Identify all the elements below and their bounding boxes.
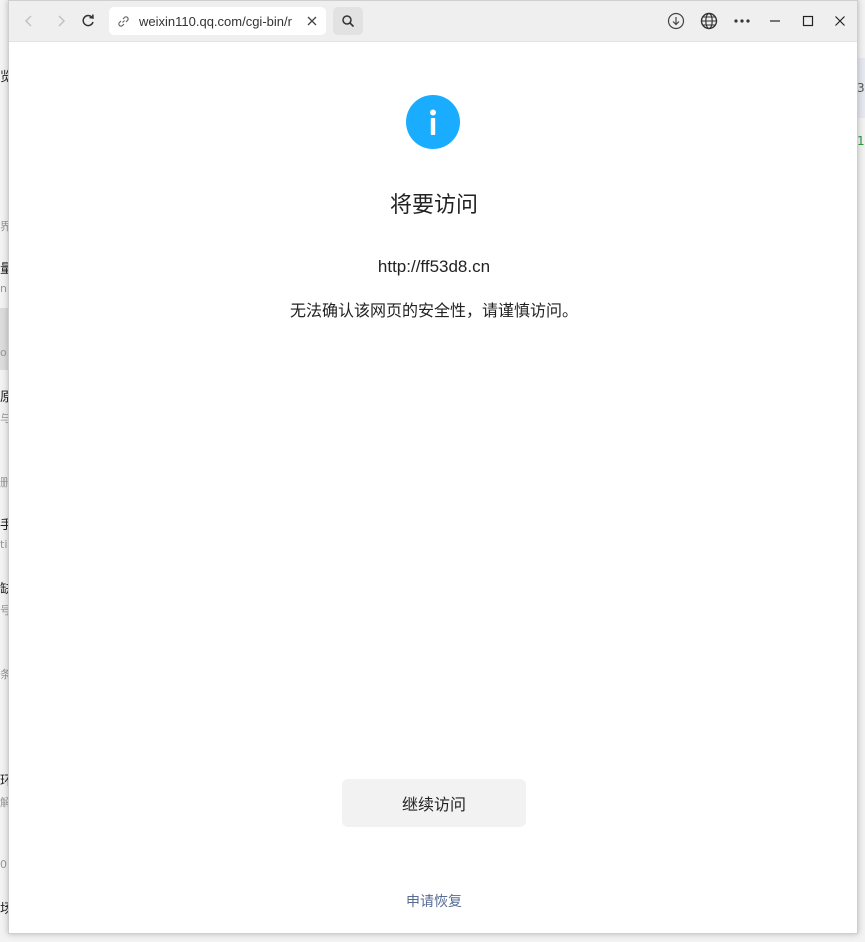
back-icon [24,15,32,27]
download-icon [667,12,685,30]
background-highlight [0,308,8,370]
background-text: 1 [857,134,865,148]
window-close-button[interactable] [827,8,853,34]
refresh-button[interactable] [75,8,101,34]
translate-button[interactable] [696,8,722,34]
minimize-icon [770,20,780,22]
search-button[interactable] [333,7,363,35]
apply-restore-link[interactable]: 申请恢复 [9,891,857,911]
more-icon [734,19,750,23]
background-text: 3 [857,81,865,95]
forward-button[interactable] [48,8,74,34]
minimize-button[interactable] [762,8,788,34]
download-button[interactable] [663,8,689,34]
security-warning: 无法确认该网页的安全性，请谨慎访问。 [289,301,578,320]
more-button[interactable] [729,8,755,34]
background-text: o [0,346,7,359]
page-title: 将要访问 [389,193,478,218]
search-icon [342,15,355,28]
info-icon [406,95,460,149]
background-text: ti [0,538,8,551]
refresh-icon [82,14,94,27]
browser-window: weixin110.qq.com/cgi-bin/r 将要访问 http://f… [8,0,858,934]
address-url: weixin110.qq.com/cgi-bin/r [139,13,292,29]
continue-visit-button[interactable]: 继续访问 [342,779,526,827]
forward-icon [58,15,66,27]
close-icon[interactable] [304,13,320,29]
back-button[interactable] [16,8,42,34]
maximize-button[interactable] [795,8,821,34]
background-text: n [0,282,7,295]
browser-toolbar: weixin110.qq.com/cgi-bin/r [9,1,857,42]
window-close-icon [835,16,845,26]
address-bar[interactable]: weixin110.qq.com/cgi-bin/r [109,7,326,35]
maximize-icon [802,15,814,27]
background-text: 0 [0,858,7,871]
globe-icon [700,12,718,30]
link-icon [117,15,131,28]
target-url: http://ff53d8.cn [377,257,491,276]
